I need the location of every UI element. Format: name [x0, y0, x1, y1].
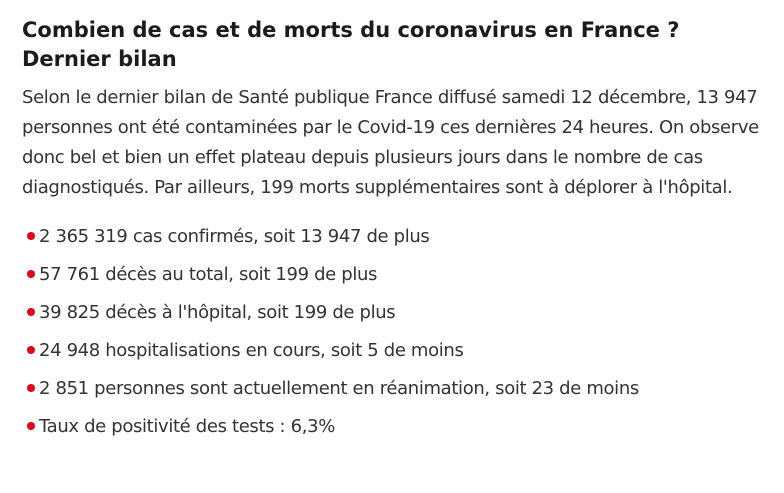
list-item-text: Taux de positivité des tests : 6,3% — [39, 415, 335, 437]
list-item-text: 2 851 personnes sont actuellement en réa… — [39, 377, 639, 399]
list-item-text: 57 761 décès au total, soit 199 de plus — [39, 263, 378, 285]
article-headline: Combien de cas et de morts du coronaviru… — [22, 18, 680, 71]
list-item: 2 851 personnes sont actuellement en réa… — [22, 369, 780, 407]
article: Combien de cas et de morts du coronaviru… — [22, 16, 780, 445]
red-dot-icon — [27, 308, 35, 316]
red-dot-icon — [27, 346, 35, 354]
list-item: 39 825 décès à l'hôpital, soit 199 de pl… — [22, 293, 780, 331]
stats-list: 2 365 319 cas confirmés, soit 13 947 de … — [22, 217, 780, 445]
list-item: 57 761 décès au total, soit 199 de plus — [22, 255, 780, 293]
red-dot-icon — [27, 422, 35, 430]
red-dot-icon — [27, 270, 35, 278]
red-dot-icon — [27, 232, 35, 240]
list-item: 2 365 319 cas confirmés, soit 13 947 de … — [22, 217, 780, 255]
list-item-text: 24 948 hospitalisations en cours, soit 5… — [39, 339, 464, 361]
list-item-text: 2 365 319 cas confirmés, soit 13 947 de … — [39, 225, 430, 247]
list-item: 24 948 hospitalisations en cours, soit 5… — [22, 331, 780, 369]
list-item-text: 39 825 décès à l'hôpital, soit 199 de pl… — [39, 301, 396, 323]
article-lead-paragraph: Selon le dernier bilan de Santé publique… — [22, 87, 759, 198]
red-dot-icon — [27, 384, 35, 392]
list-item: Taux de positivité des tests : 6,3% — [22, 407, 780, 445]
